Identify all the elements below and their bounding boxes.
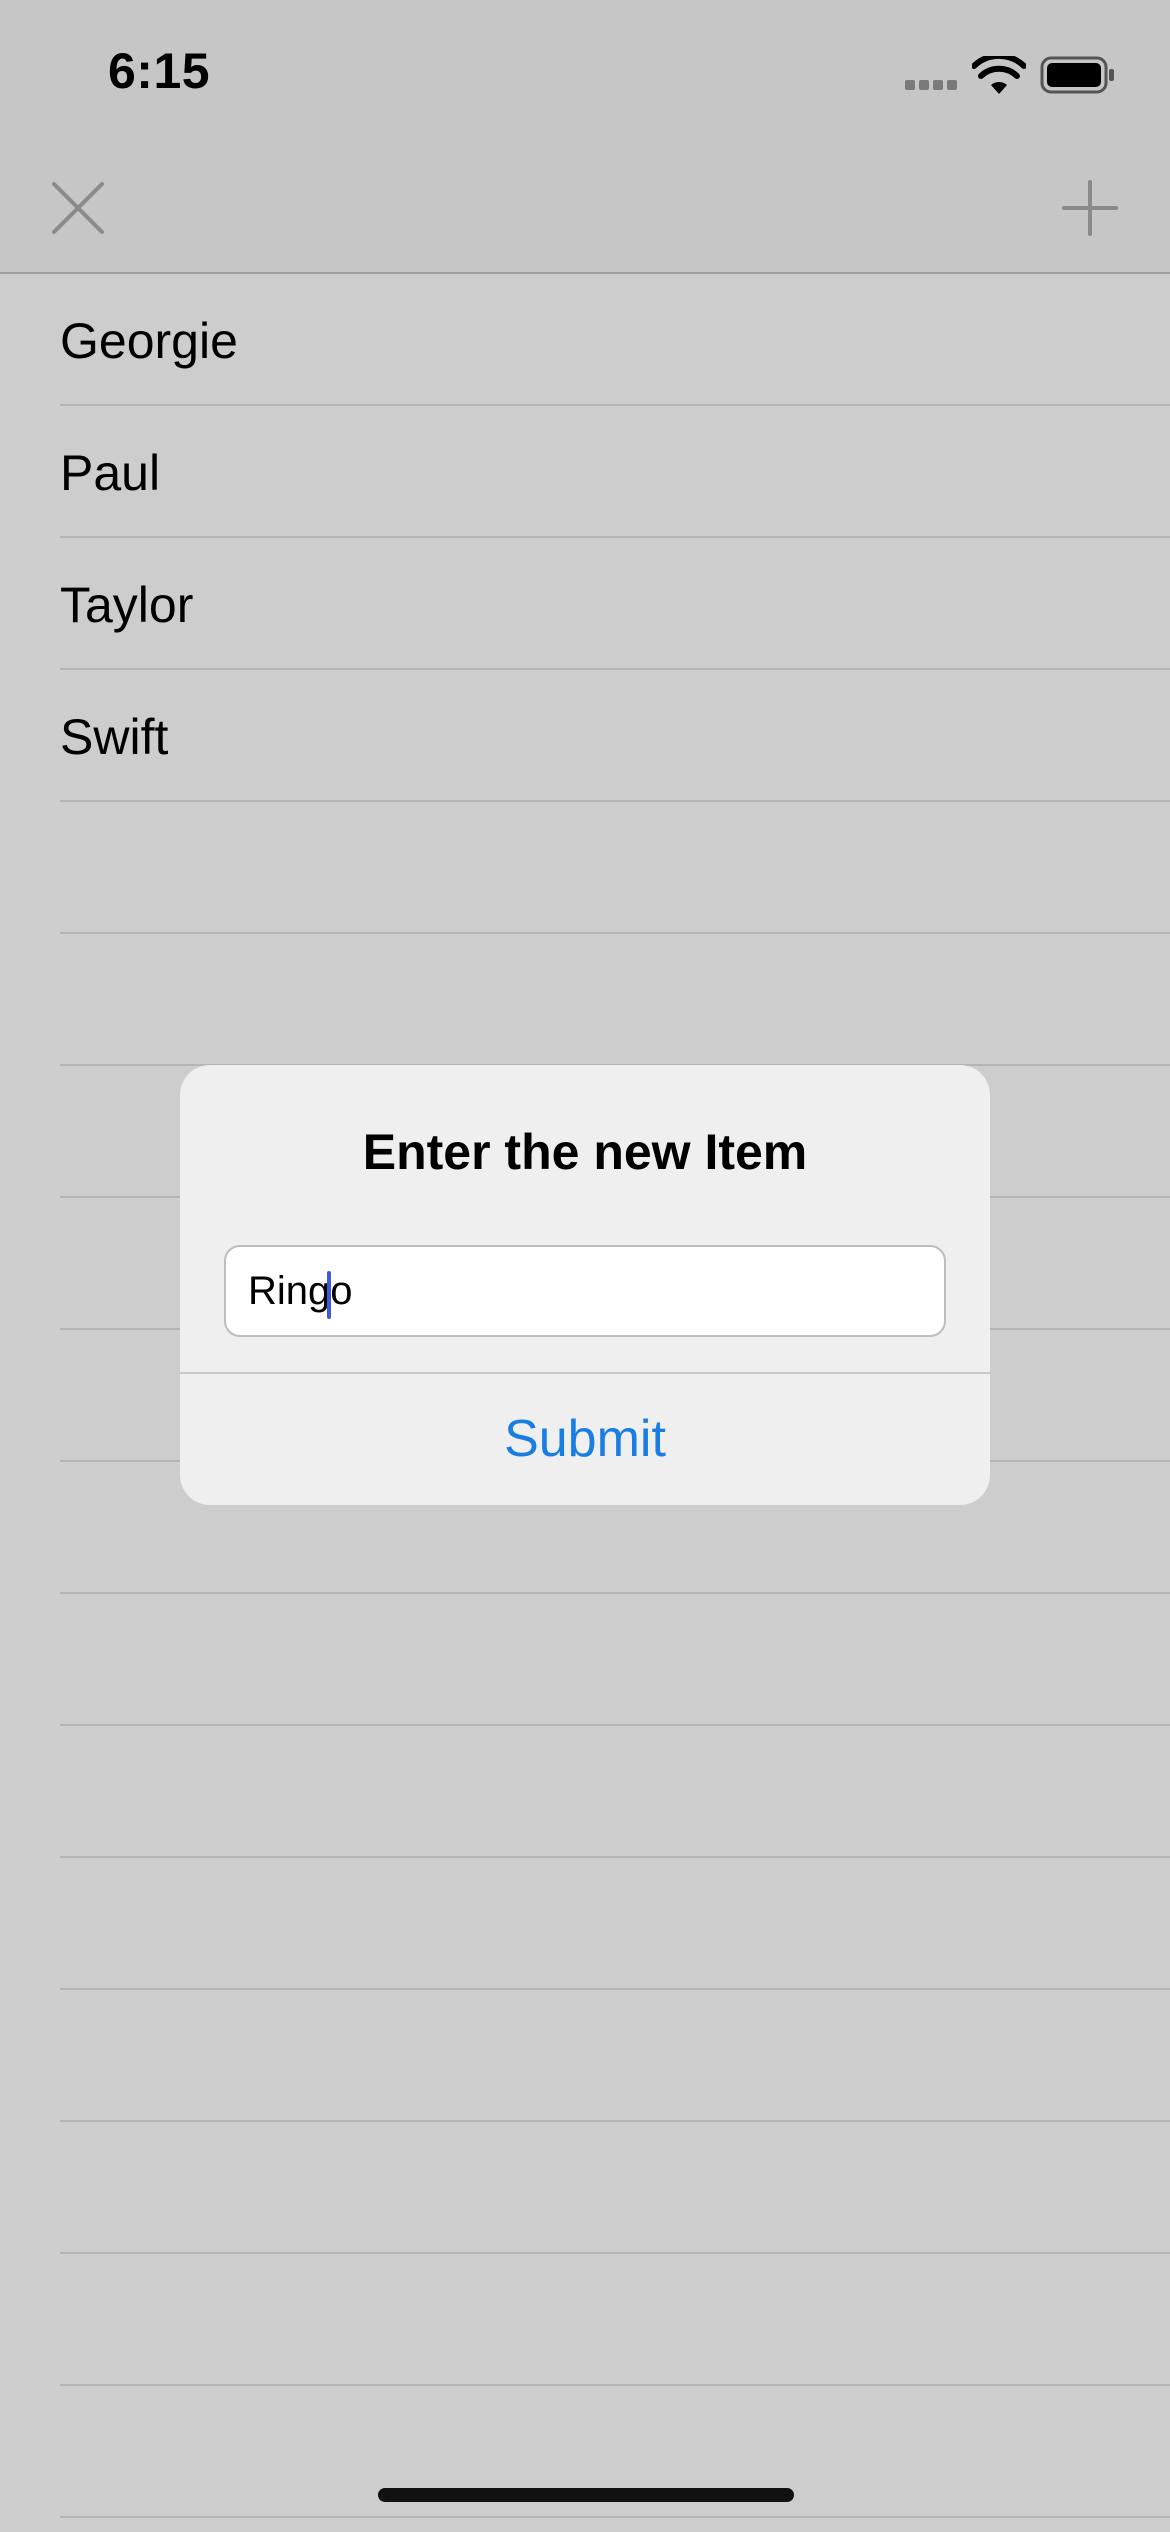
navigation-bar xyxy=(0,140,1170,274)
list-item-label: Swift xyxy=(60,709,169,765)
app-screen: 6:15 Georgie Paul Taylor Swift Enter the… xyxy=(0,0,1170,2532)
submit-button[interactable]: Submit xyxy=(180,1374,990,1505)
empty-row xyxy=(0,2518,1170,2532)
list-item-label: Georgie xyxy=(60,313,238,369)
battery-icon xyxy=(1040,56,1114,94)
wifi-icon xyxy=(972,56,1026,94)
cellular-signal-icon xyxy=(905,80,957,92)
new-item-alert: Enter the new Item Ringo Submit xyxy=(180,1065,990,1505)
new-item-input-value[interactable]: Ringo xyxy=(248,1269,353,1314)
list-item[interactable]: Paul xyxy=(0,406,1170,538)
empty-row xyxy=(0,802,1170,934)
status-time: 6:15 xyxy=(108,43,211,99)
plus-icon[interactable] xyxy=(1060,178,1120,238)
home-indicator[interactable] xyxy=(378,2488,794,2502)
list-item[interactable]: Taylor xyxy=(0,538,1170,670)
empty-row xyxy=(0,1990,1170,2122)
list-item-label: Paul xyxy=(60,445,161,501)
empty-row xyxy=(0,1594,1170,1726)
list-item[interactable]: Georgie xyxy=(0,274,1170,406)
status-bar: 6:15 xyxy=(0,0,1170,140)
empty-row xyxy=(0,934,1170,1066)
empty-row xyxy=(0,2254,1170,2386)
new-item-text-field[interactable]: Ringo xyxy=(224,1245,946,1337)
text-cursor xyxy=(327,1271,331,1319)
empty-row xyxy=(0,1858,1170,1990)
list-item[interactable]: Swift xyxy=(0,670,1170,802)
close-icon[interactable] xyxy=(48,178,108,238)
list-item-label: Taylor xyxy=(60,577,194,633)
alert-title: Enter the new Item xyxy=(362,1124,808,1180)
empty-row xyxy=(0,1726,1170,1858)
empty-row xyxy=(0,2122,1170,2254)
